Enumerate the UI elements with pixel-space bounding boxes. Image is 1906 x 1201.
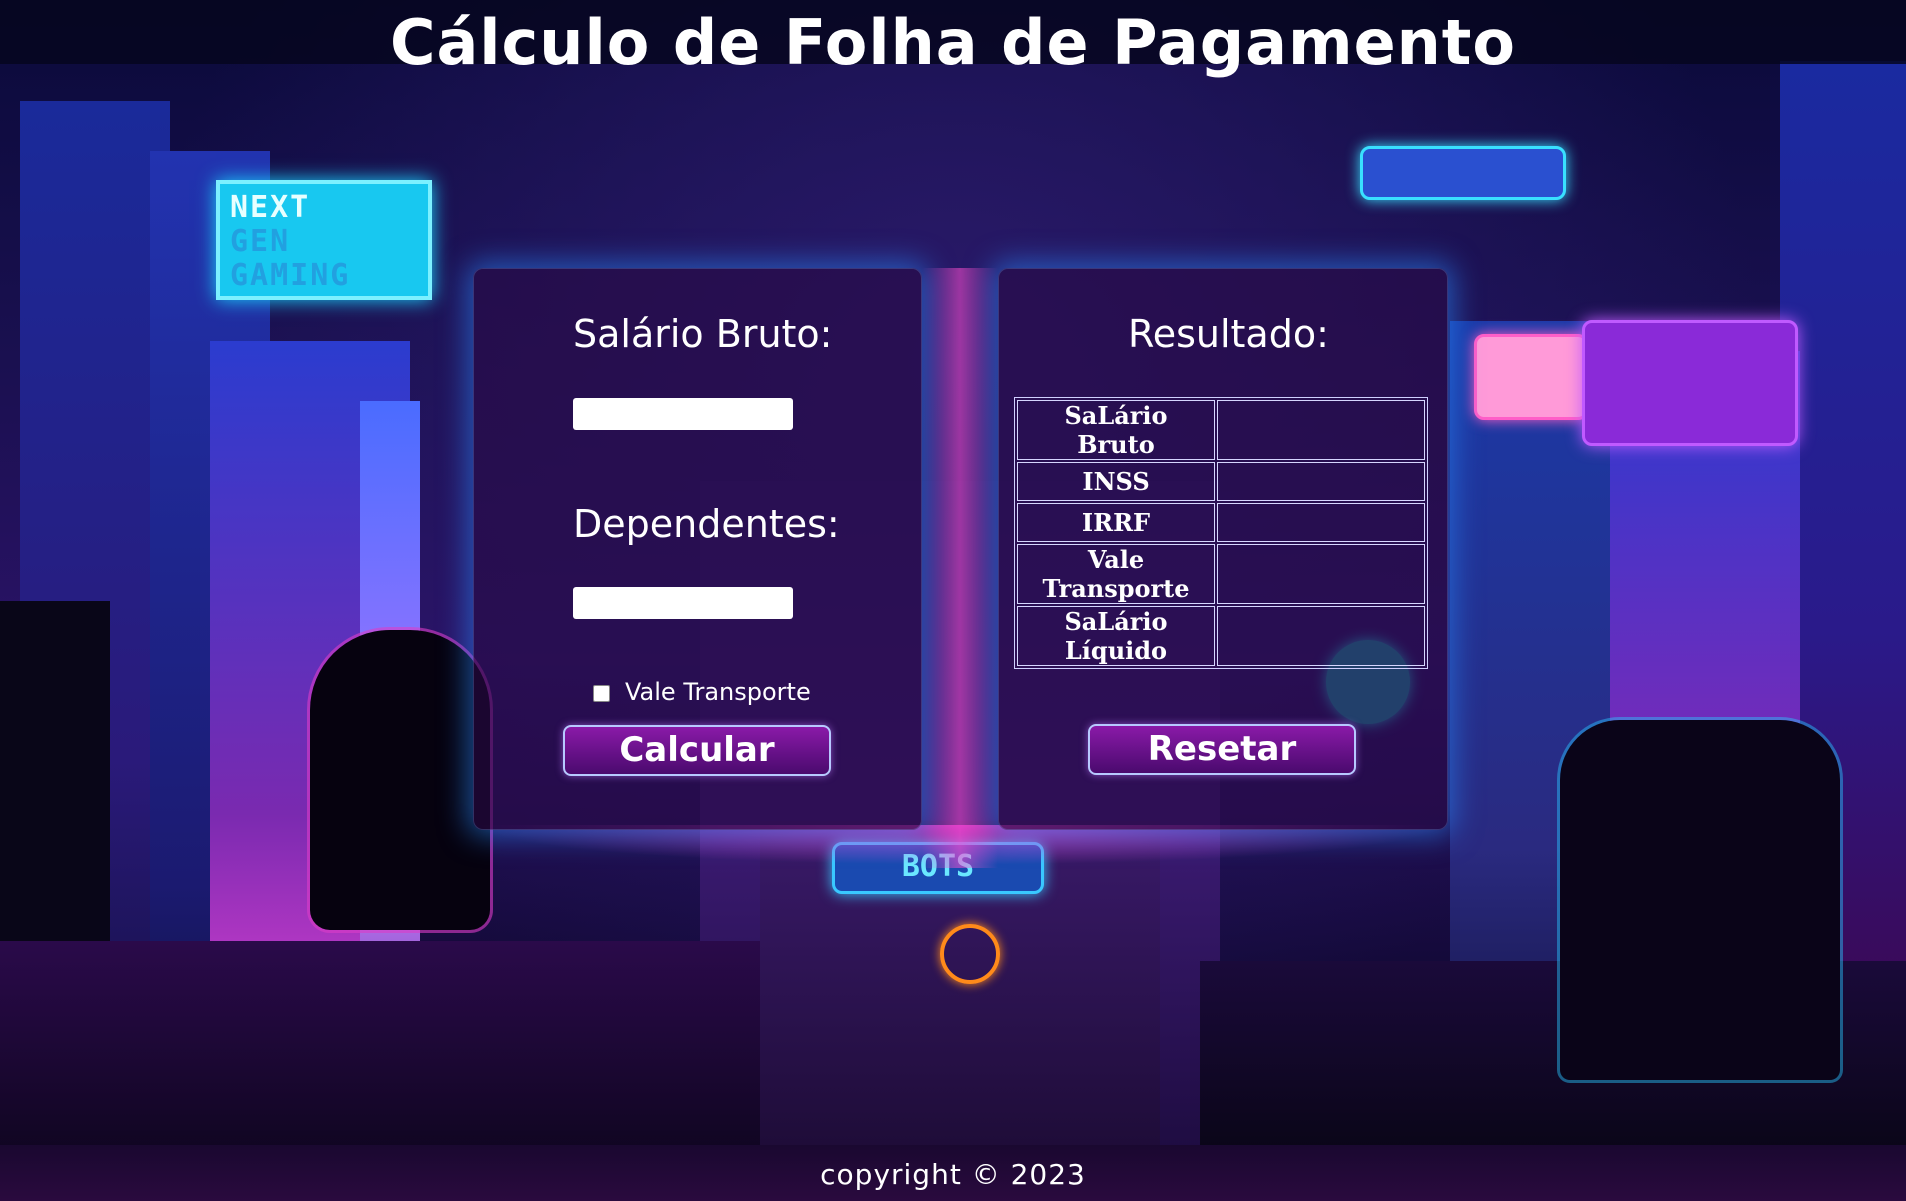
row-value-vale-transporte (1217, 544, 1425, 604)
soft-drink-sign (1582, 320, 1798, 446)
row-value-salario-liquido (1217, 606, 1425, 666)
result-table: SaLário Bruto INSS IRRF Vale Transporte … (1014, 397, 1428, 669)
dependentes-input[interactable] (573, 587, 793, 619)
neon-floor-glow (473, 825, 1448, 865)
row-value-inss (1217, 462, 1425, 501)
table-row: IRRF (1017, 503, 1425, 542)
next-gen-gaming-sign: NEXT GEN GAMING (216, 180, 432, 300)
row-label-salario-bruto: SaLário Bruto (1017, 400, 1215, 460)
robot-silhouette (310, 630, 490, 930)
page-title: Cálculo de Folha de Pagamento (389, 6, 1517, 79)
salario-bruto-input[interactable] (573, 398, 793, 430)
row-label-inss: INSS (1017, 462, 1215, 501)
row-label-irrf: IRRF (1017, 503, 1215, 542)
people-silhouettes (1560, 720, 1840, 1080)
gamepad-sign (1474, 334, 1588, 420)
table-row: INSS (1017, 462, 1425, 501)
table-row: SaLário Bruto (1017, 400, 1425, 460)
table-row: Vale Transporte (1017, 544, 1425, 604)
row-value-salario-bruto (1217, 400, 1425, 460)
cyberpunk-city-background: NEXT GEN GAMING BOTS (0, 0, 1906, 1201)
vale-transporte-checkbox[interactable] (593, 685, 610, 702)
blimp-sign (1360, 146, 1566, 200)
vale-transporte-label[interactable]: Vale Transporte (625, 678, 811, 706)
resetar-button[interactable]: Resetar (1088, 724, 1356, 775)
salario-bruto-label: Salário Bruto: (573, 312, 833, 356)
resultado-title: Resultado: (1128, 312, 1329, 356)
row-label-vale-transporte: Vale Transporte (1017, 544, 1215, 604)
calcular-button[interactable]: Calcular (563, 725, 831, 776)
neon-light-beam (922, 268, 998, 868)
smiley-sign (940, 924, 1000, 984)
copyright-footer: copyright © 2023 (820, 1158, 1086, 1191)
row-label-salario-liquido: SaLário Líquido (1017, 606, 1215, 666)
dependentes-label: Dependentes: (573, 502, 840, 546)
table-row: SaLário Líquido (1017, 606, 1425, 666)
row-value-irrf (1217, 503, 1425, 542)
